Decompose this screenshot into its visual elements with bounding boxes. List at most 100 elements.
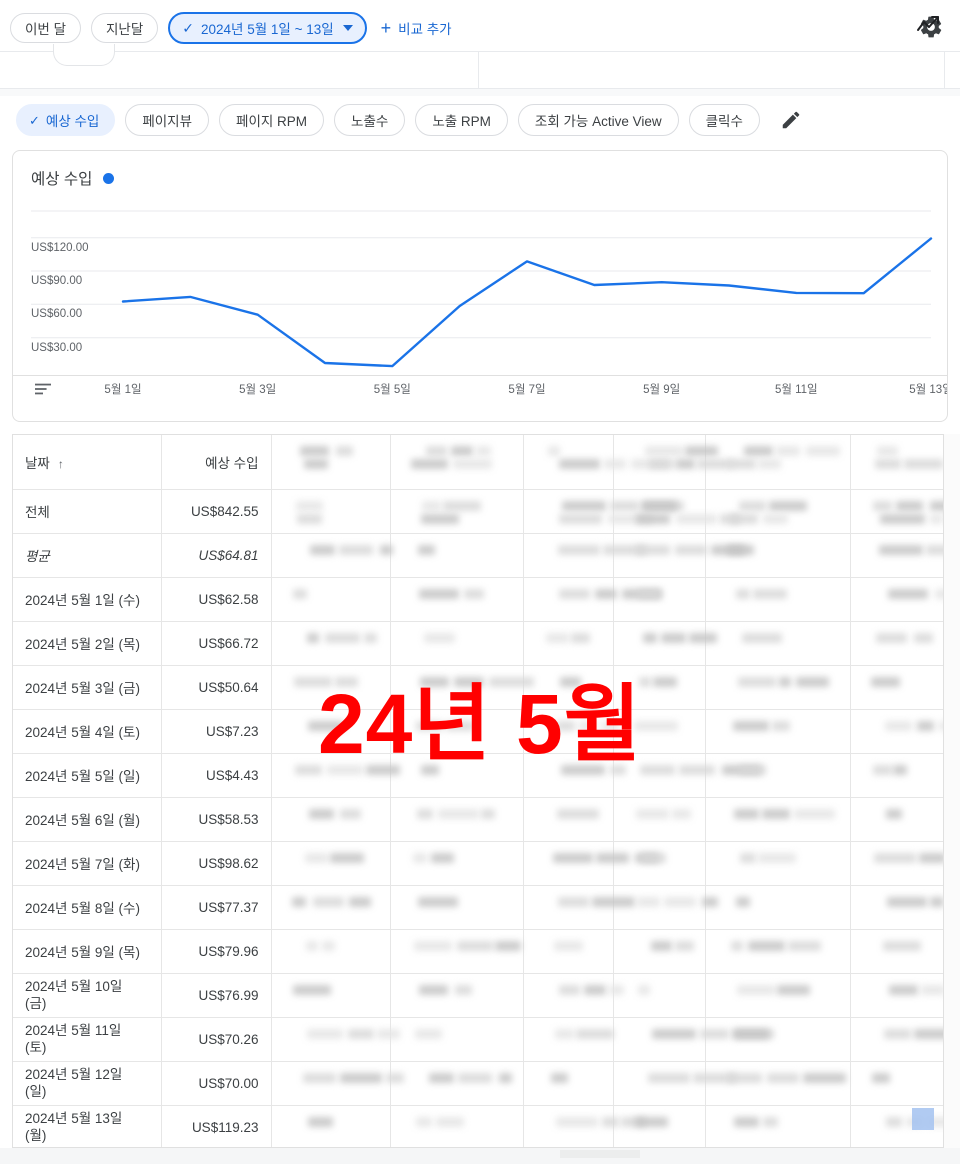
row-date: 2024년 5월 7일 (화) — [13, 841, 162, 886]
daily-earnings-table: 날짜 ↑ 예상 수입 전체 US$842.55 평균 US$64.81 2024년 5월 1일… — [12, 434, 944, 1148]
tab-active-view-viewable[interactable]: 조회 가능 Active View — [517, 104, 679, 136]
redacted-cell — [705, 797, 851, 842]
tab-page-rpm[interactable]: 페이지 RPM — [219, 104, 325, 136]
redacted-cell — [705, 577, 851, 622]
redacted-cell — [390, 1017, 524, 1062]
table-row[interactable]: 2024년 5월 12일 (일) US$70.00 — [13, 1061, 943, 1106]
redacted-cell — [705, 533, 851, 578]
column-header-date[interactable]: 날짜 ↑ — [13, 435, 162, 490]
table-row[interactable]: 2024년 5월 9일 (목) US$79.96 — [13, 929, 943, 974]
table-row[interactable]: 2024년 5월 4일 (토) US$7.23 — [13, 709, 943, 754]
table-header-row: 날짜 ↑ 예상 수입 — [13, 435, 943, 490]
date-range-label: 2024년 5월 1일 ~ 13일 — [201, 22, 334, 37]
selected-cell-highlight[interactable] — [912, 1108, 934, 1130]
table-row[interactable]: 2024년 5월 7일 (화) US$98.62 — [13, 841, 943, 886]
row-date: 2024년 5월 3일 (금) — [13, 665, 162, 710]
redacted-cell — [271, 665, 391, 710]
redacted-cell — [705, 1017, 851, 1062]
redacted-cell — [271, 435, 391, 490]
pencil-icon[interactable] — [780, 109, 802, 131]
redacted-cell — [705, 885, 851, 930]
redacted-cell — [850, 885, 943, 930]
date-range-selector[interactable]: ✓ 2024년 5월 1일 ~ 13일 — [168, 12, 367, 44]
redacted-cell — [705, 665, 851, 710]
redacted-cell — [523, 489, 684, 534]
row-date: 2024년 5월 9일 (목) — [13, 929, 162, 974]
redacted-cell — [390, 665, 534, 710]
tab-impressions[interactable]: 노출수 — [334, 104, 406, 136]
redacted-cell — [271, 973, 391, 1018]
redacted-cell — [705, 621, 851, 666]
tab-clicks[interactable]: 클릭수 — [688, 104, 760, 136]
y-axis-label: US$60.00 — [31, 308, 83, 321]
redacted-cell — [613, 797, 706, 842]
redacted-cell — [850, 1017, 943, 1062]
redacted-cell — [850, 435, 943, 490]
sort-ascending-icon: ↑ — [57, 456, 64, 471]
y-axis-label: US$120.00 — [31, 241, 89, 254]
redacted-cell — [390, 753, 524, 798]
redacted-cell — [523, 841, 659, 886]
table-row[interactable]: 2024년 5월 11일 (토) US$70.26 — [13, 1017, 943, 1062]
x-axis-tick: 5월 13일 — [909, 384, 947, 396]
redacted-cell — [390, 489, 524, 534]
redacted-cell — [523, 435, 676, 490]
redacted-cell — [523, 665, 614, 710]
redacted-cell — [850, 929, 943, 974]
row-date: 2024년 5월 12일 (일) — [13, 1061, 162, 1106]
table-row[interactable]: 2024년 5월 6일 (월) US$58.53 — [13, 797, 943, 842]
redacted-cell — [850, 621, 943, 666]
table-row[interactable]: 2024년 5월 2일 (목) US$66.72 — [13, 621, 943, 666]
panel-divider — [478, 52, 479, 88]
add-comparison-button[interactable]: + 비교 추가 — [381, 18, 452, 38]
redacted-cell — [523, 929, 614, 974]
plus-icon: + — [380, 18, 392, 38]
tab-estimated-earnings[interactable]: ✓ 예상 수입 — [16, 104, 116, 136]
redacted-cell — [705, 709, 851, 754]
table-row[interactable]: 2024년 5월 1일 (수) US$62.58 — [13, 577, 943, 622]
this-month-button[interactable]: 이번 달 — [10, 13, 82, 43]
redacted-cell — [705, 841, 851, 886]
redacted-cell — [523, 577, 662, 622]
table-row[interactable]: 2024년 5월 5일 (일) US$4.43 — [13, 753, 943, 798]
bottom-strip-inner — [560, 1150, 640, 1158]
column-header-earnings[interactable]: 예상 수입 — [161, 435, 272, 490]
redacted-cell — [390, 1061, 524, 1106]
redacted-cell — [613, 885, 718, 930]
redacted-cell — [613, 489, 740, 534]
redacted-cell — [705, 435, 851, 490]
redacted-cell — [271, 885, 391, 930]
chart-title-group: 예상 수입 — [31, 167, 115, 189]
redacted-cell — [705, 929, 851, 974]
row-earnings: US$7.23 — [161, 709, 272, 754]
redacted-cell — [271, 533, 393, 578]
row-earnings: US$98.62 — [161, 841, 272, 886]
redacted-cell — [390, 797, 524, 842]
strip-gap — [0, 89, 960, 96]
table-row[interactable]: 2024년 5월 3일 (금) US$50.64 — [13, 665, 943, 710]
redacted-cell — [613, 973, 706, 1018]
chart-options-icon[interactable] — [35, 382, 51, 395]
last-month-button[interactable]: 지난달 — [91, 13, 159, 43]
check-icon: ✓ — [29, 112, 40, 128]
redacted-cell — [613, 709, 706, 754]
redacted-cell — [523, 885, 635, 930]
row-earnings: US$58.53 — [161, 797, 272, 842]
row-earnings: US$50.64 — [161, 665, 272, 710]
redacted-cell — [271, 797, 391, 842]
x-axis-tick: 5월 11일 — [774, 384, 818, 396]
date-range-toolbar: 이번 달 지난달 ✓ 2024년 5월 1일 ~ 13일 + 비교 추가 — [0, 0, 960, 56]
tab-pageviews[interactable]: 페이지뷰 — [125, 104, 210, 136]
row-earnings: US$79.96 — [161, 929, 272, 974]
redacted-cell — [523, 1105, 646, 1147]
row-earnings: US$119.23 — [161, 1105, 272, 1147]
trend-line-icon[interactable] — [916, 13, 940, 37]
row-date: 2024년 5월 6일 (월) — [13, 797, 162, 842]
x-axis-tick: 5월 5일 — [373, 384, 411, 396]
tab-impression-rpm[interactable]: 노출 RPM — [415, 104, 508, 136]
table-row[interactable]: 2024년 5월 8일 (수) US$77.37 — [13, 885, 943, 930]
table-row[interactable]: 2024년 5월 13일 (월) US$119.23 — [13, 1105, 943, 1147]
table-row[interactable]: 2024년 5월 10일 (금) US$76.99 — [13, 973, 943, 1018]
redacted-cell — [390, 841, 524, 886]
row-earnings: US$4.43 — [161, 753, 272, 798]
